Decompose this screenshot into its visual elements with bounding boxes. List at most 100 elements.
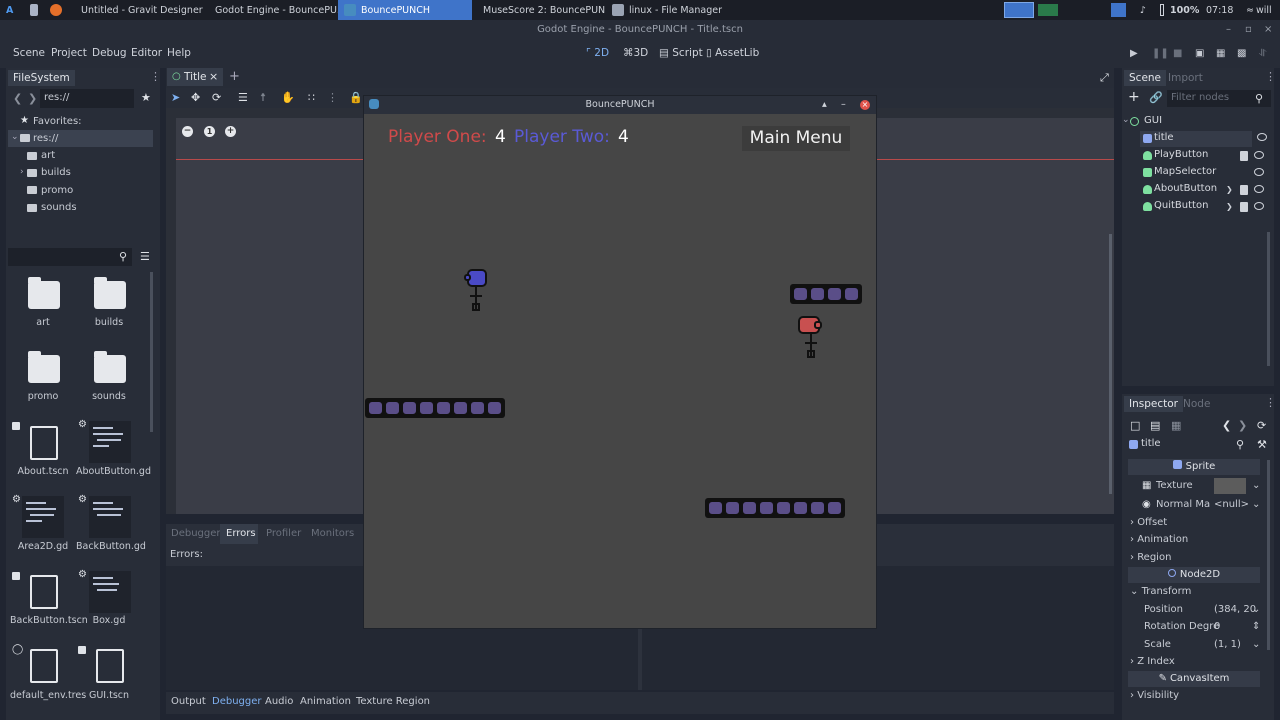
file-label[interactable]: default_env.tres — [10, 690, 86, 702]
tab-monitors[interactable]: Monitors — [311, 528, 354, 539]
scene-scrollbar[interactable] — [1267, 232, 1270, 366]
file-label[interactable]: About.tscn — [10, 466, 76, 478]
new-resource-icon[interactable]: □ — [1130, 419, 1140, 432]
scrollbar[interactable] — [150, 272, 153, 432]
document-icon[interactable] — [96, 649, 124, 683]
game-window[interactable]: Player One: 4 Player Two: 4 Main Menu — [364, 96, 876, 628]
texture-preview[interactable] — [1214, 478, 1246, 494]
snap-icon[interactable]: ∷ — [308, 91, 315, 104]
select-tool-icon[interactable]: ➤ — [171, 91, 180, 104]
tab-profiler[interactable]: Profiler — [266, 528, 301, 539]
taskbar-window-bouncepunch[interactable]: BouncePUNCH — [338, 0, 472, 20]
property-value[interactable]: <null> — [1214, 499, 1249, 510]
volume-icon[interactable]: ♪ — [1134, 0, 1154, 20]
document-icon[interactable] — [30, 575, 58, 609]
menu-project[interactable]: Project — [51, 47, 87, 59]
tree-node-quitbutton[interactable]: QuitButton ❯ — [1140, 199, 1272, 215]
status-tab-texture-region[interactable]: Texture Region — [356, 696, 430, 707]
file-label[interactable]: sounds — [76, 391, 142, 403]
property-scale[interactable]: Scale (1, 1) ⌄ — [1128, 638, 1270, 654]
tab-node[interactable]: Node — [1178, 396, 1215, 412]
wifi-icon[interactable]: ≈ — [1240, 0, 1256, 20]
file-label[interactable]: art — [10, 317, 76, 329]
rotate-tool-icon[interactable]: ⟳ — [212, 91, 221, 104]
close-icon[interactable]: × — [860, 100, 870, 110]
script-thumbnail[interactable] — [89, 421, 131, 463]
tree-node-title[interactable]: title — [1140, 131, 1252, 147]
firefox-launcher-icon[interactable] — [44, 0, 70, 20]
tab-scene[interactable]: Scene — [1124, 70, 1167, 86]
user-name[interactable]: will — [1256, 0, 1280, 20]
lock-icon[interactable]: 🔒 — [349, 91, 363, 104]
tree-node-mapselector[interactable]: MapSelector — [1140, 165, 1272, 181]
taskbar-window-filemanager[interactable]: linux - File Manager — [606, 0, 736, 20]
script-icon[interactable] — [1240, 185, 1248, 195]
tree-folder-promo[interactable]: promo — [41, 185, 73, 196]
workspace-assetlib[interactable]: ▯ AssetLib — [706, 47, 759, 59]
minimize-icon[interactable]: – — [841, 96, 846, 114]
tab-inspector[interactable]: Inspector — [1124, 396, 1183, 412]
file-search-input[interactable] — [8, 248, 132, 266]
remote-debug-icon[interactable]: ▩ — [1237, 49, 1247, 59]
workspace-3d[interactable]: ⌘3D — [623, 47, 648, 59]
visibility-eye-icon[interactable] — [1254, 168, 1264, 176]
save-icon[interactable]: ▦ — [1171, 419, 1181, 432]
dock-menu-icon[interactable]: ⋮ — [1265, 70, 1276, 83]
add-tab-icon[interactable]: + — [229, 69, 240, 84]
play-icon[interactable]: ▶ — [1130, 49, 1140, 59]
tab-import[interactable]: Import — [1163, 70, 1208, 86]
script-thumbnail[interactable] — [89, 496, 131, 538]
signal-icon[interactable]: ❯ — [1226, 202, 1234, 211]
property-normal-map[interactable]: ◉ Normal Ma <null> ⌄ — [1128, 498, 1270, 514]
move-tool-icon[interactable]: ✥ — [191, 91, 200, 104]
back-arrow-icon[interactable]: ❮ — [13, 92, 22, 105]
property-rotation[interactable]: Rotation Degre 0 ⇕ — [1128, 620, 1270, 636]
file-label[interactable]: promo — [10, 391, 76, 403]
menu-scene[interactable]: Scene — [13, 47, 45, 59]
viewport-scrollbar[interactable] — [1109, 234, 1112, 494]
shade-icon[interactable]: ▴ — [822, 96, 827, 114]
distraction-free-icon[interactable]: ⤢ — [1100, 71, 1109, 85]
dropdown-chevron-icon[interactable]: ⌄ — [1252, 604, 1260, 615]
stop-icon[interactable]: ■ — [1173, 49, 1183, 59]
snap-options-icon[interactable]: ⋮ — [327, 91, 338, 104]
tree-folder-sounds[interactable]: sounds — [41, 202, 77, 213]
open-folder-icon[interactable]: ▤ — [1150, 419, 1160, 432]
file-label[interactable]: Area2D.gd — [10, 541, 76, 553]
section-transform[interactable]: ⌄ Transform — [1128, 585, 1270, 601]
file-label[interactable]: builds — [76, 317, 142, 329]
section-zindex[interactable]: › Z Index — [1128, 655, 1270, 671]
visibility-eye-icon[interactable] — [1254, 202, 1264, 210]
visibility-eye-icon[interactable] — [1254, 151, 1264, 159]
taskbar-window-gravit[interactable]: Untitled - Gravit Designer -... — [70, 0, 204, 20]
zoom-in-icon[interactable]: + — [225, 126, 236, 137]
dropdown-chevron-icon[interactable]: ⌄ — [1252, 499, 1260, 510]
dock-menu-icon[interactable]: ⋮ — [1265, 396, 1276, 409]
clock[interactable]: 07:18 — [1200, 0, 1240, 20]
document-icon[interactable] — [30, 649, 58, 683]
app-menu-icon[interactable]: A — [0, 0, 24, 20]
dropdown-chevron-icon[interactable]: ⌄ — [1252, 480, 1260, 491]
history-back-icon[interactable]: ❮ — [1222, 419, 1231, 432]
visibility-eye-icon[interactable] — [1257, 133, 1267, 141]
section-offset[interactable]: › Offset — [1128, 516, 1270, 532]
tree-folder-art[interactable]: art — [41, 150, 55, 161]
settings-icon[interactable]: ⥯ — [1259, 49, 1269, 59]
workspace-pager[interactable] — [1000, 0, 1070, 20]
section-animation[interactable]: › Animation — [1128, 533, 1270, 549]
forward-arrow-icon[interactable]: ❯ — [28, 92, 37, 105]
menu-help[interactable]: Help — [167, 47, 191, 59]
file-label[interactable]: Box.gd — [76, 615, 142, 627]
script-icon[interactable] — [1240, 202, 1248, 212]
status-tab-animation[interactable]: Animation — [300, 696, 351, 707]
file-label[interactable]: AboutButton.gd — [76, 466, 151, 478]
dropdown-chevron-icon[interactable]: ⌄ — [1252, 639, 1260, 650]
minimize-icon[interactable]: – — [1226, 20, 1231, 40]
game-window-titlebar[interactable]: BouncePUNCH ▴ – × — [364, 96, 876, 114]
history-forward-icon[interactable]: ❯ — [1238, 419, 1247, 432]
zoom-out-icon[interactable]: − — [182, 126, 193, 137]
close-tab-icon[interactable]: × — [209, 70, 218, 83]
pan-tool-icon[interactable]: ✋ — [281, 91, 295, 104]
tree-node-gui[interactable]: ⌄ GUI — [1122, 114, 1272, 130]
taskbar-window-godot[interactable]: Godot Engine - BouncePU... — [204, 0, 338, 20]
